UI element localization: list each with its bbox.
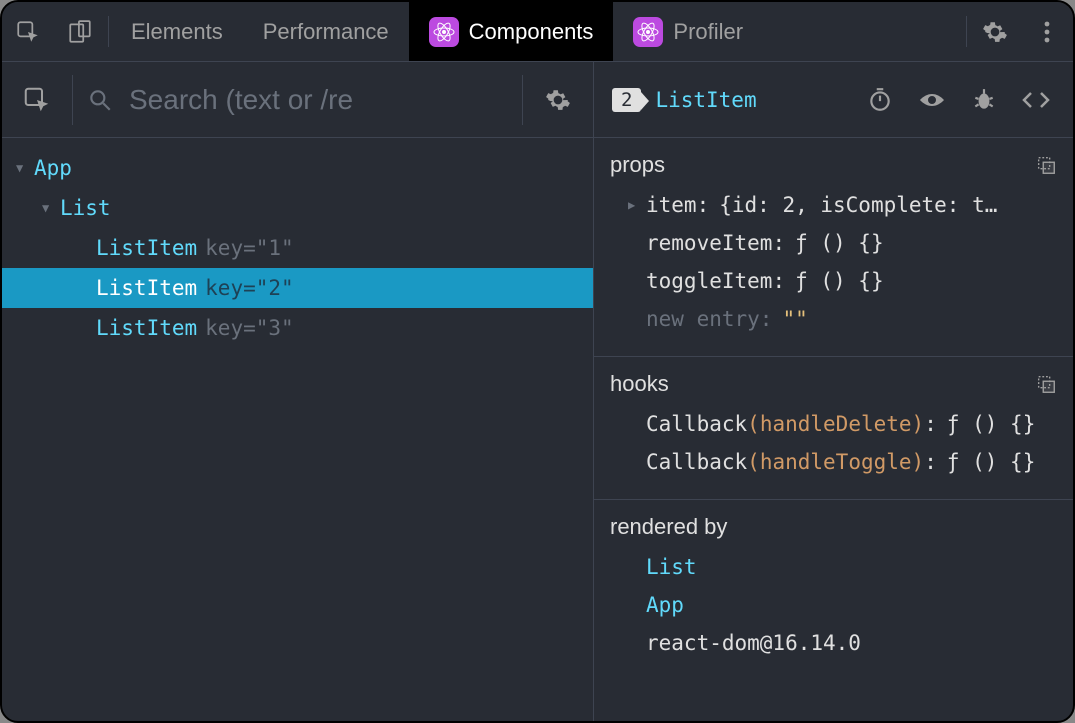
hook-prefix: Callback — [646, 450, 747, 474]
tree-node-name: ListItem — [96, 316, 197, 340]
section-body: ▶ item: {id: 2, isComplete: t… removeIte… — [610, 186, 1057, 338]
settings-icon[interactable] — [969, 2, 1021, 61]
component-detail-pane: 2 ListItem — [594, 62, 1073, 721]
section-title: props — [610, 152, 665, 178]
tree-node-name: ListItem — [96, 236, 197, 260]
hook-name: handleToggle — [760, 450, 912, 474]
prop-value: {id: 2, isComplete: t… — [719, 193, 997, 217]
tree-key-attr: key= — [205, 276, 256, 300]
tree-key-value: "1" — [256, 236, 294, 260]
devtools-window: Elements Performance Components — [0, 0, 1075, 723]
search-wrap — [73, 62, 522, 137]
section-title: rendered by — [610, 514, 727, 540]
hook-value: ƒ () {} — [947, 412, 1036, 436]
copy-icon[interactable] — [1035, 154, 1057, 176]
prop-value: ƒ () {} — [795, 269, 884, 293]
hook-row[interactable]: Callback(handleToggle): ƒ () {} — [610, 443, 1057, 481]
detail-component-name: ListItem — [655, 88, 847, 112]
prop-row[interactable]: ▶ item: {id: 2, isComplete: t… — [610, 186, 1057, 224]
section-body: Callback(handleDelete): ƒ () {} Callback… — [610, 405, 1057, 481]
devtools-tabbar: Elements Performance Components — [2, 2, 1073, 62]
rendered-version: react-dom@16.14.0 — [646, 631, 861, 655]
section-body: List App react-dom@16.14.0 — [610, 548, 1057, 662]
debug-icon[interactable] — [965, 81, 1003, 119]
hook-name: handleDelete — [760, 412, 912, 436]
tab-performance[interactable]: Performance — [243, 2, 409, 61]
prop-key: new entry — [646, 307, 760, 331]
section-header: props — [610, 152, 1057, 178]
tree-key-value: "2" — [256, 276, 294, 300]
prop-value: "" — [782, 307, 807, 331]
caret-down-icon: ▼ — [42, 201, 60, 215]
prop-key: toggleItem — [646, 269, 772, 293]
tab-components[interactable]: Components — [409, 2, 614, 61]
rendered-link: List — [646, 555, 697, 579]
section-rendered-by: rendered by List App react-dom@16.14.0 — [594, 500, 1073, 680]
device-toggle-icon[interactable] — [54, 2, 106, 61]
prop-new-entry[interactable]: new entry: "" — [610, 300, 1057, 338]
tree-row-listitem[interactable]: ListItem key="2" — [2, 268, 593, 308]
component-tree: ▼ App ▼ List ListItem key="1" ListItem k… — [2, 138, 593, 721]
caret-right-icon: ▶ — [628, 198, 646, 212]
content-split: ▼ App ▼ List ListItem key="1" ListItem k… — [2, 62, 1073, 721]
search-icon — [87, 87, 113, 113]
render-count-badge: 2 — [612, 88, 641, 112]
tree-node-name: App — [34, 156, 72, 180]
tree-node-name: List — [60, 196, 111, 220]
hook-prefix: Callback — [646, 412, 747, 436]
inspect-dom-icon[interactable] — [913, 81, 951, 119]
inspect-element-icon[interactable] — [2, 2, 54, 61]
prop-row[interactable]: toggleItem: ƒ () {} — [610, 262, 1057, 300]
section-hooks: hooks Callback(handleDelete): ƒ () {} — [594, 357, 1073, 500]
copy-icon[interactable] — [1035, 373, 1057, 395]
section-title: hooks — [610, 371, 669, 397]
react-icon — [633, 17, 663, 47]
react-icon — [429, 17, 459, 47]
tree-key-attr: key= — [205, 236, 256, 260]
rendered-version-row: react-dom@16.14.0 — [610, 624, 1057, 662]
tree-key-value: "3" — [256, 316, 294, 340]
rendered-link-row[interactable]: App — [610, 586, 1057, 624]
tab-label: Elements — [131, 19, 223, 45]
detail-header: 2 ListItem — [594, 62, 1073, 138]
search-input[interactable] — [127, 83, 508, 117]
caret-down-icon: ▼ — [16, 161, 34, 175]
tab-profiler[interactable]: Profiler — [613, 2, 763, 61]
tab-label: Profiler — [673, 19, 743, 45]
tree-row-listitem[interactable]: ListItem key="1" — [2, 228, 593, 268]
tree-key-attr: key= — [205, 316, 256, 340]
inspect-component-icon[interactable] — [2, 62, 72, 137]
tree-row-list[interactable]: ▼ List — [2, 188, 593, 228]
prop-key: item — [646, 193, 697, 217]
hook-row[interactable]: Callback(handleDelete): ƒ () {} — [610, 405, 1057, 443]
section-header: hooks — [610, 371, 1057, 397]
component-tree-pane: ▼ App ▼ List ListItem key="1" ListItem k… — [2, 62, 594, 721]
more-icon[interactable] — [1021, 2, 1073, 61]
prop-value: ƒ () {} — [795, 231, 884, 255]
tab-label: Components — [469, 19, 594, 45]
tree-node-name: ListItem — [96, 276, 197, 300]
tree-row-app[interactable]: ▼ App — [2, 148, 593, 188]
tree-row-listitem[interactable]: ListItem key="3" — [2, 308, 593, 348]
divider — [966, 16, 967, 47]
view-source-icon[interactable] — [1017, 81, 1055, 119]
prop-row[interactable]: removeItem: ƒ () {} — [610, 224, 1057, 262]
rendered-link: App — [646, 593, 684, 617]
tree-toolbar — [2, 62, 593, 138]
rendered-link-row[interactable]: List — [610, 548, 1057, 586]
section-header: rendered by — [610, 514, 1057, 540]
prop-key: removeItem — [646, 231, 772, 255]
tree-settings-icon[interactable] — [523, 62, 593, 137]
suspend-icon[interactable] — [861, 81, 899, 119]
tab-elements[interactable]: Elements — [111, 2, 243, 61]
divider — [108, 16, 109, 47]
hook-value: ƒ () {} — [947, 450, 1036, 474]
tab-label: Performance — [263, 19, 389, 45]
section-props: props ▶ item: {id: 2, isComplete: t… — [594, 138, 1073, 357]
